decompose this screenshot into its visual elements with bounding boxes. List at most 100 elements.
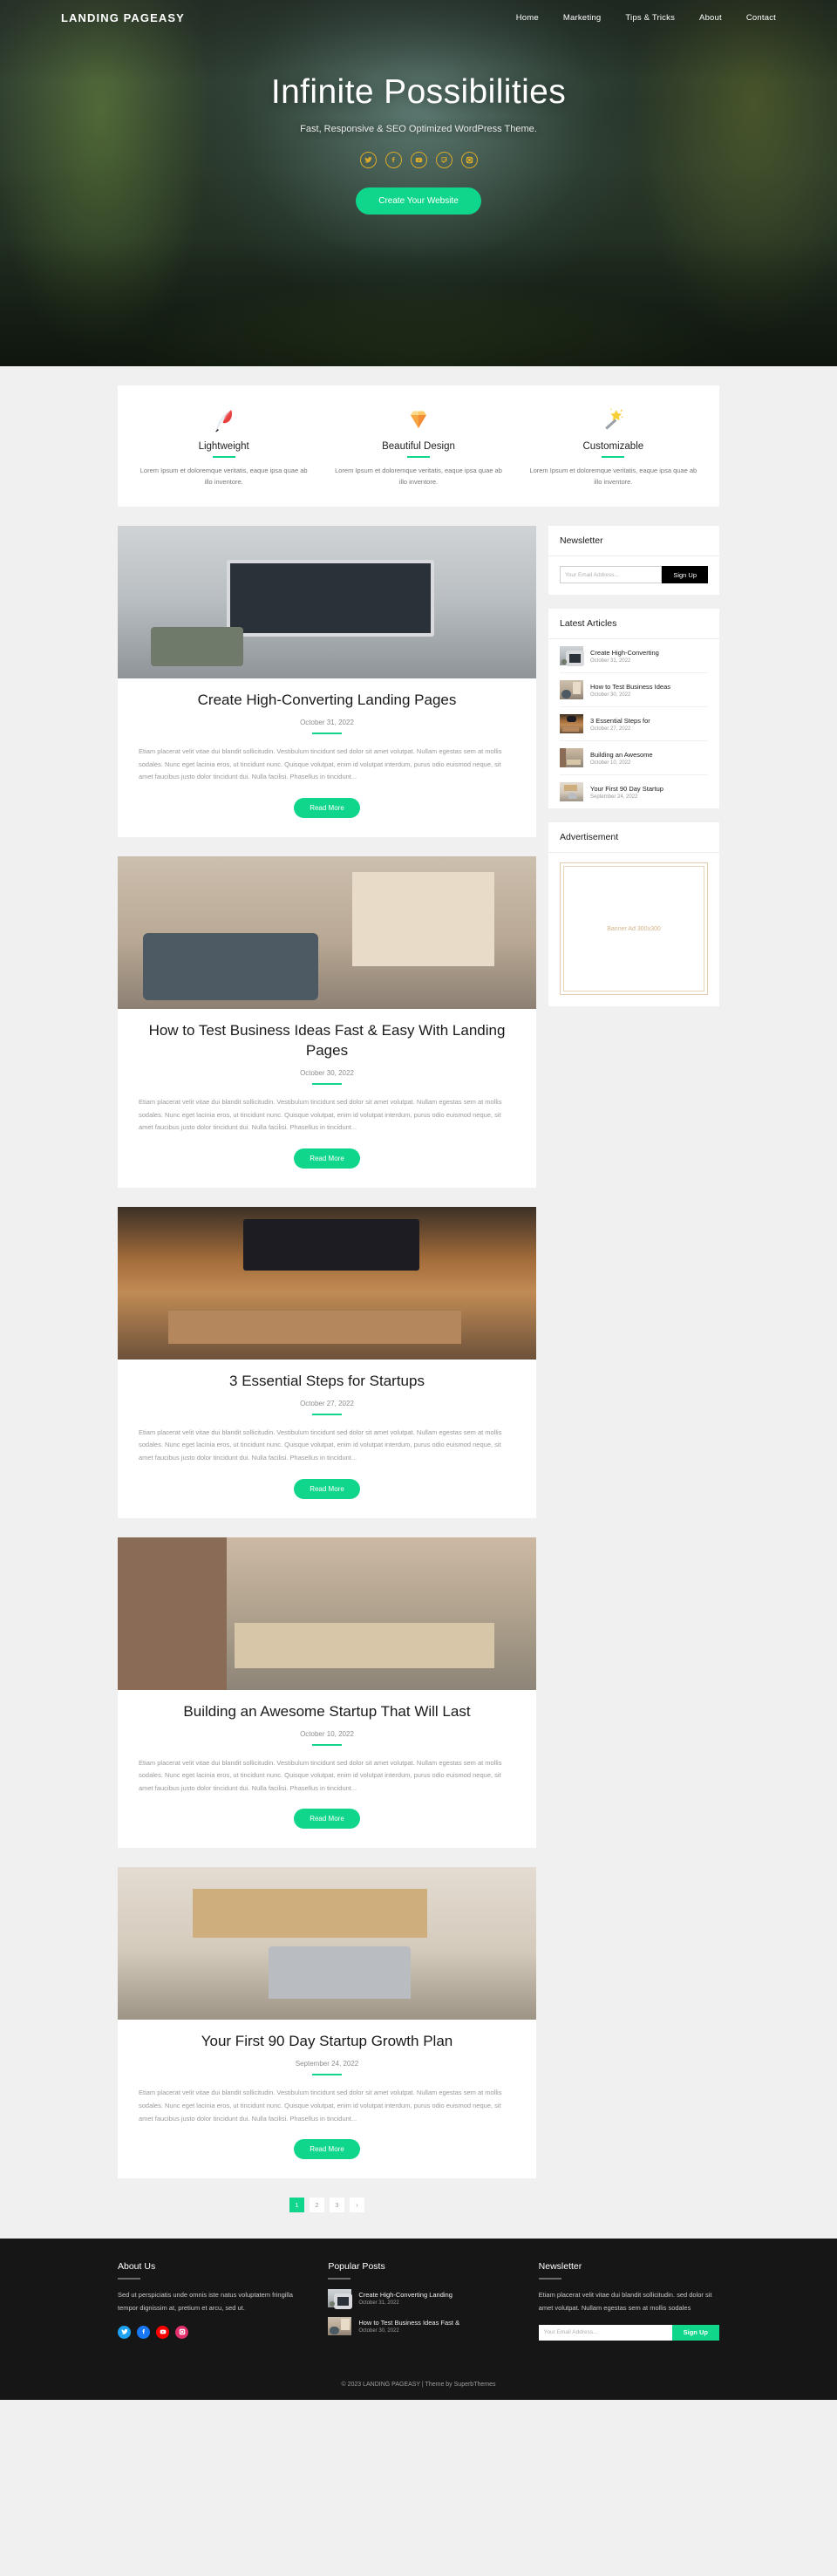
list-item[interactable]: How to Test Business Ideas October 30, 2… bbox=[560, 673, 708, 708]
widget-title: Latest Articles bbox=[548, 609, 719, 640]
post-title[interactable]: Building an Awesome Startup That Will La… bbox=[139, 1702, 515, 1722]
feature-text: Lorem Ipsum et doloremque veritatis, eaq… bbox=[335, 467, 502, 487]
list-item[interactable]: Create High-Converting Landing October 3… bbox=[328, 2289, 508, 2309]
read-more-button[interactable]: Read More bbox=[294, 1478, 360, 1499]
article-thumbnail bbox=[560, 748, 583, 768]
sign-up-button[interactable]: Sign Up bbox=[671, 2324, 719, 2341]
hero-section: LANDING PAGEASY Home Marketing Tips & Tr… bbox=[0, 0, 837, 366]
twitter-icon[interactable] bbox=[118, 2325, 131, 2339]
pagination-wrap: 1 2 3 › bbox=[118, 2198, 719, 2239]
read-more-button[interactable]: Read More bbox=[294, 1148, 360, 1169]
ad-banner[interactable]: Banner Ad 300x300 bbox=[560, 862, 708, 996]
article-thumbnail bbox=[560, 714, 583, 734]
list-item[interactable]: How to Test Business Ideas Fast & Octobe… bbox=[328, 2317, 508, 2336]
facebook-icon[interactable] bbox=[384, 152, 402, 168]
copyright-text: © 2023 LANDING PAGEASY | Theme by Superb… bbox=[341, 2382, 496, 2389]
read-more-button[interactable]: Read More bbox=[294, 1809, 360, 1830]
list-item[interactable]: Building an Awesome October 10, 2022 bbox=[560, 741, 708, 776]
instagram-icon[interactable] bbox=[460, 152, 478, 168]
list-item[interactable]: 3 Essential Steps for October 27, 2022 bbox=[560, 707, 708, 742]
page-button-3[interactable]: 3 bbox=[330, 2198, 344, 2213]
article-thumbnail bbox=[560, 680, 583, 700]
post-thumbnail bbox=[118, 1867, 536, 2021]
latest-articles-widget: Latest Articles Create High-Converting O… bbox=[548, 609, 719, 809]
footer-about-text: Sed ut perspiciatis unde omnis iste natu… bbox=[118, 2291, 293, 2312]
ad-banner-label: Banner Ad 300x300 bbox=[563, 866, 704, 992]
post-card[interactable]: Your First 90 Day Startup Growth Plan Se… bbox=[118, 1867, 536, 2179]
article-title[interactable]: 3 Essential Steps for bbox=[590, 717, 650, 725]
feature-underline bbox=[406, 456, 430, 458]
article-date: October 27, 2022 bbox=[590, 726, 631, 732]
feature-card-lightweight: Lightweight Lorem Ipsum et doloremque ve… bbox=[126, 403, 321, 487]
instagram-icon[interactable] bbox=[175, 2325, 188, 2339]
post-title[interactable]: Create High-Converting Landing bbox=[358, 2291, 453, 2299]
main-navigation: LANDING PAGEASY Home Marketing Tips & Tr… bbox=[0, 0, 837, 24]
nav-item-home[interactable]: Home bbox=[516, 13, 539, 23]
post-list: Create High-Converting Landing Pages Oct… bbox=[118, 526, 536, 2198]
site-footer: About Us Sed ut perspiciatis unde omnis … bbox=[0, 2239, 837, 2401]
email-input[interactable] bbox=[538, 2324, 672, 2341]
facebook-icon[interactable] bbox=[137, 2325, 150, 2339]
post-underline bbox=[312, 2074, 342, 2076]
page-button-2[interactable]: 2 bbox=[310, 2198, 324, 2213]
nav-item-contact[interactable]: Contact bbox=[746, 13, 776, 23]
feature-text: Lorem Ipsum et doloremque veritatis, eaq… bbox=[529, 467, 698, 487]
footer-heading-about: About Us bbox=[118, 2261, 156, 2273]
footer-newsletter-column: Newsletter Etiam placerat velit vitae du… bbox=[538, 2261, 719, 2345]
diamond-icon bbox=[333, 403, 503, 438]
twitter-icon[interactable] bbox=[359, 152, 377, 168]
email-input[interactable] bbox=[560, 566, 663, 584]
post-title[interactable]: How to Test Business Ideas Fast & bbox=[358, 2319, 459, 2327]
post-thumbnail bbox=[118, 1537, 536, 1690]
post-date: October 30, 2022 bbox=[300, 1068, 354, 1077]
create-your-website-button[interactable]: Create Your Website bbox=[356, 187, 481, 215]
youtube-icon[interactable] bbox=[410, 152, 427, 168]
sign-up-button[interactable]: Sign Up bbox=[662, 566, 708, 584]
features-section: Lightweight Lorem Ipsum et doloremque ve… bbox=[0, 366, 837, 508]
nav-item-tips-tricks[interactable]: Tips & Tricks bbox=[625, 13, 675, 23]
next-page-button[interactable]: › bbox=[350, 2198, 364, 2213]
article-title[interactable]: How to Test Business Ideas bbox=[590, 683, 670, 691]
post-title[interactable]: Create High-Converting Landing Pages bbox=[139, 691, 515, 711]
post-card[interactable]: How to Test Business Ideas Fast & Easy W… bbox=[118, 856, 536, 1188]
article-title[interactable]: Building an Awesome bbox=[590, 751, 653, 759]
advertisement-widget: Advertisement Banner Ad 300x300 bbox=[548, 822, 719, 1007]
article-title[interactable]: Create High-Converting bbox=[590, 649, 659, 657]
post-underline bbox=[312, 733, 342, 735]
post-card[interactable]: Create High-Converting Landing Pages Oct… bbox=[118, 526, 536, 838]
post-title[interactable]: Your First 90 Day Startup Growth Plan bbox=[139, 2032, 515, 2052]
read-more-button[interactable]: Read More bbox=[294, 798, 360, 819]
post-title[interactable]: How to Test Business Ideas Fast & Easy W… bbox=[139, 1021, 515, 1061]
post-thumbnail bbox=[118, 1206, 536, 1360]
newsletter-form: Sign Up bbox=[560, 566, 708, 584]
sidebar: Newsletter Sign Up Latest Articles Creat… bbox=[548, 526, 719, 1020]
list-item[interactable]: Your First 90 Day Startup September 24, … bbox=[560, 775, 708, 808]
nav-item-about[interactable]: About bbox=[699, 13, 722, 23]
feature-card-beautiful-design: Beautiful Design Lorem Ipsum et doloremq… bbox=[321, 403, 515, 487]
page-button-1[interactable]: 1 bbox=[289, 2198, 304, 2213]
post-card[interactable]: Building an Awesome Startup That Will La… bbox=[118, 1537, 536, 1849]
post-excerpt: Etiam placerat velit vitae dui blandit s… bbox=[139, 1758, 502, 1792]
footer-underline bbox=[118, 2278, 140, 2280]
post-excerpt: Etiam placerat velit vitae dui blandit s… bbox=[139, 747, 502, 781]
widget-title: Newsletter bbox=[548, 526, 719, 557]
feature-underline bbox=[602, 456, 625, 458]
post-date: October 27, 2022 bbox=[300, 1399, 354, 1407]
site-brand[interactable]: LANDING PAGEASY bbox=[61, 11, 185, 24]
footer-heading-popular-posts: Popular Posts bbox=[328, 2261, 385, 2273]
footer-newsletter-form: Sign Up bbox=[538, 2324, 719, 2341]
nav-item-marketing[interactable]: Marketing bbox=[563, 13, 602, 23]
list-item[interactable]: Create High-Converting October 31, 2022 bbox=[560, 639, 708, 674]
post-excerpt: Etiam placerat velit vitae dui blandit s… bbox=[139, 1428, 502, 1462]
twitch-icon[interactable] bbox=[435, 152, 453, 168]
feature-card-customizable: Customizable Lorem Ipsum et doloremque v… bbox=[516, 403, 711, 487]
post-card[interactable]: 3 Essential Steps for Startups October 2… bbox=[118, 1206, 536, 1518]
article-title[interactable]: Your First 90 Day Startup bbox=[590, 785, 663, 793]
youtube-icon[interactable] bbox=[156, 2325, 169, 2339]
widget-title: Advertisement bbox=[548, 822, 719, 854]
post-title[interactable]: 3 Essential Steps for Startups bbox=[139, 1372, 515, 1392]
nav-links: Home Marketing Tips & Tricks About Conta… bbox=[516, 13, 776, 23]
read-more-button[interactable]: Read More bbox=[294, 2139, 360, 2160]
post-underline bbox=[312, 1082, 342, 1085]
article-thumbnail bbox=[560, 646, 584, 667]
